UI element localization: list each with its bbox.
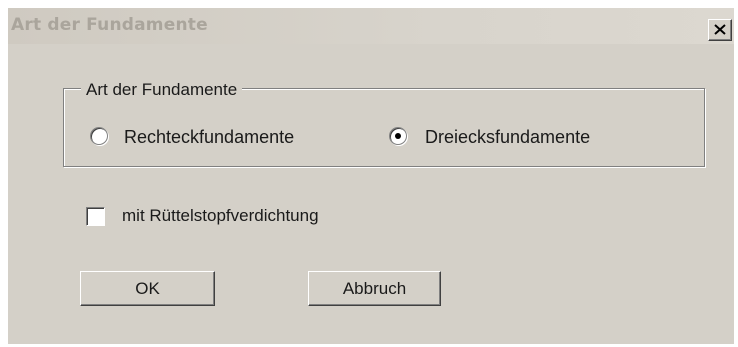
ok-button[interactable]: OK [80, 271, 215, 306]
radio-dreiecksfundamente[interactable] [389, 127, 407, 145]
radio-label-dreiecksfundamente[interactable]: Dreiecksfundamente [425, 126, 590, 148]
title-bar[interactable]: Art der Fundamente [8, 8, 734, 44]
checkbox-label[interactable]: mit Rüttelstopfverdichtung [122, 205, 319, 227]
cancel-button[interactable]: Abbruch [308, 271, 441, 306]
radio-label-rechteckfundamente[interactable]: Rechteckfundamente [124, 126, 294, 148]
groupbox-legend: Art der Fundamente [81, 80, 243, 100]
close-button[interactable] [708, 19, 732, 41]
radio-rechteckfundamente[interactable] [90, 127, 108, 145]
ruettelstopfverdichtung-checkbox[interactable] [86, 207, 105, 226]
radio-selected-dot [395, 133, 401, 139]
window-title: Art der Fundamente [11, 15, 208, 35]
close-icon [714, 24, 726, 35]
